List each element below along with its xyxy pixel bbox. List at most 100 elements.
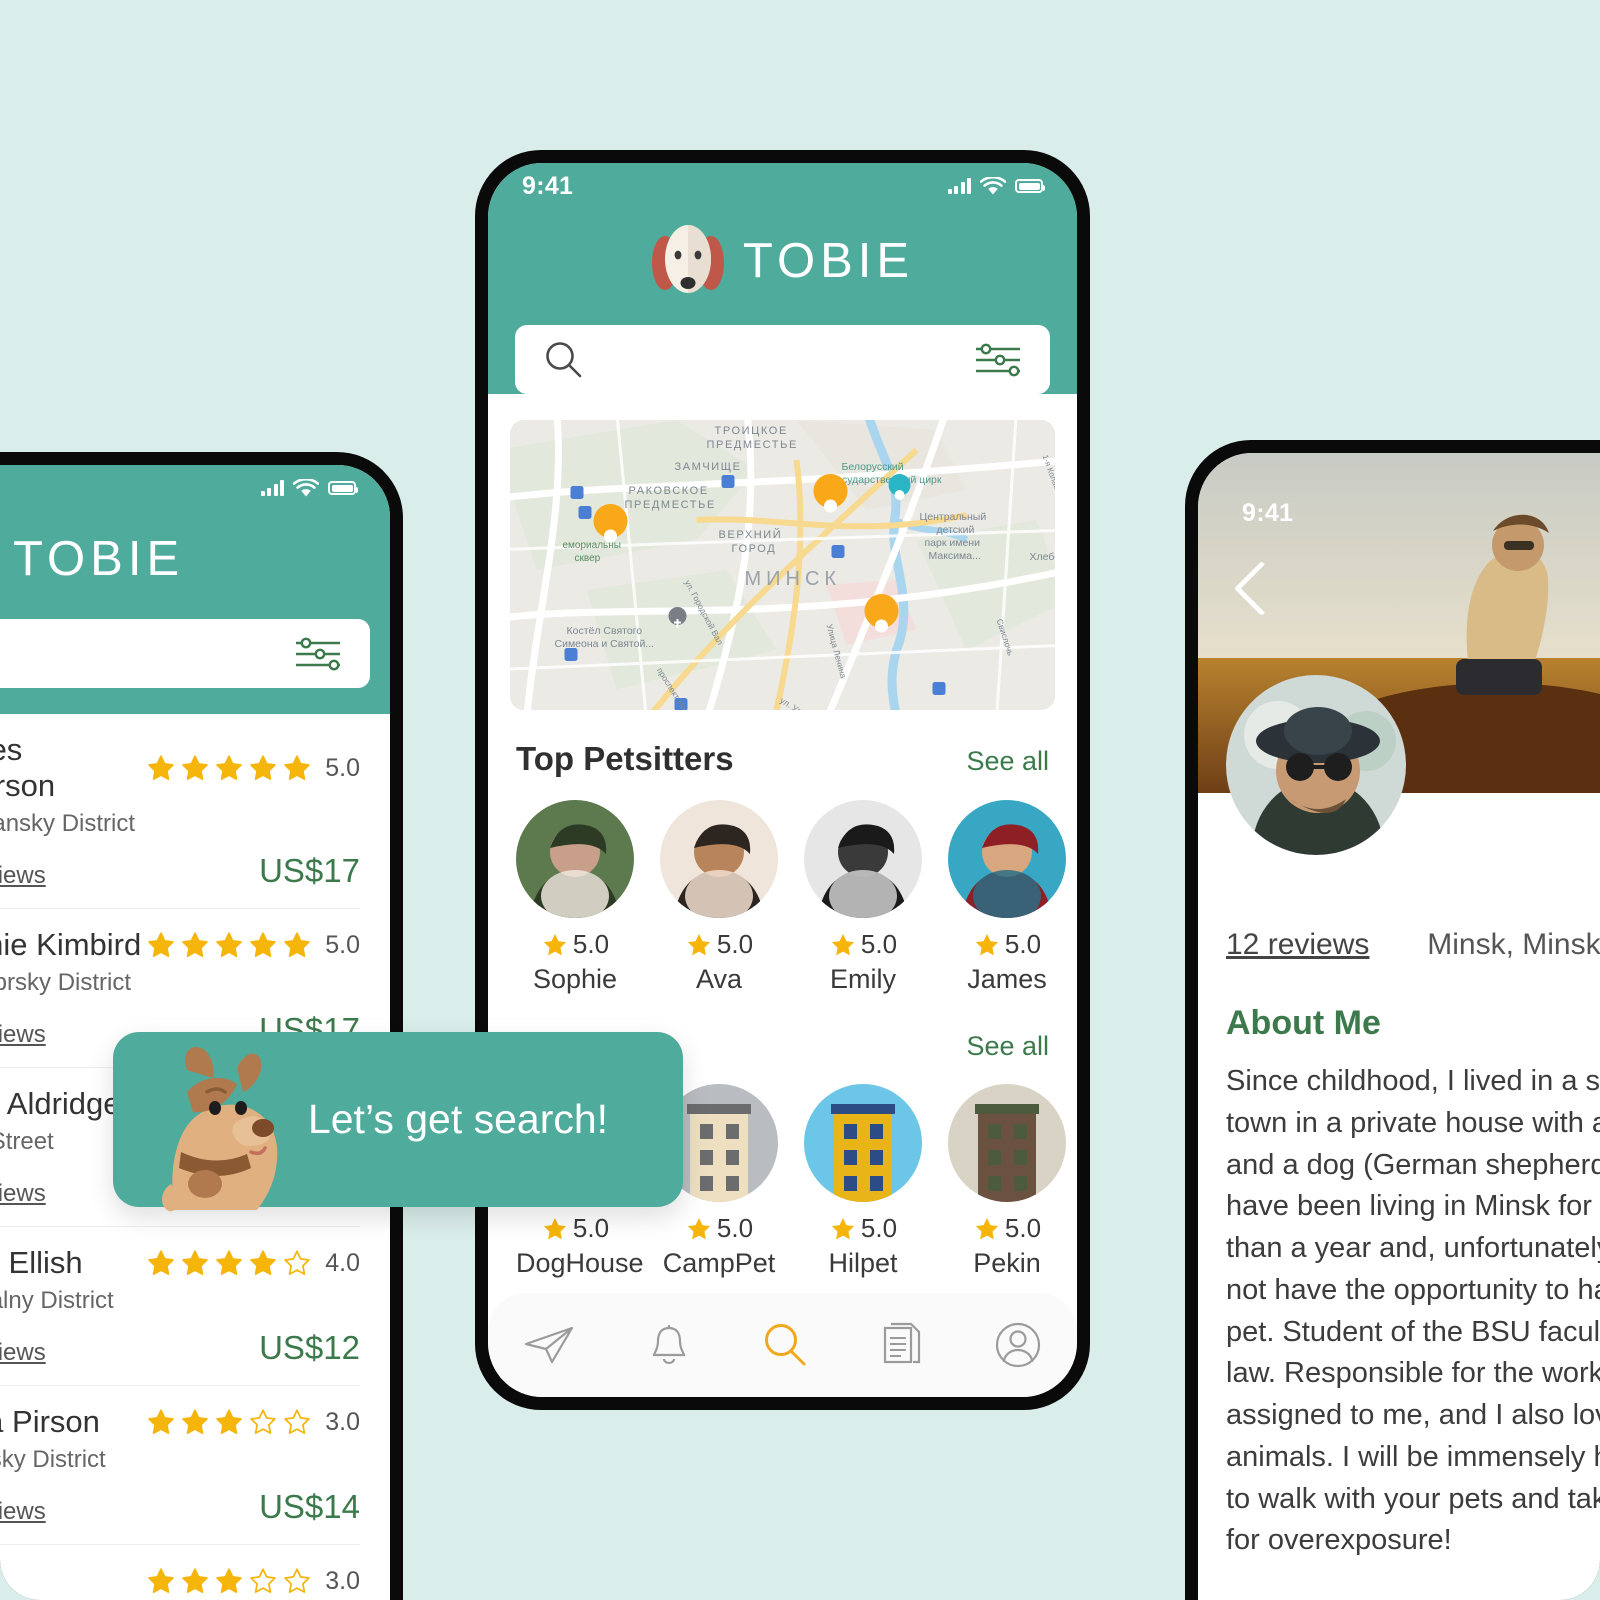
status-icons (260, 478, 358, 498)
rating-value: 5.0 (572, 929, 610, 959)
price-value: US$12 (259, 1329, 360, 1366)
sitter-name: Mark Aldridge (0, 1086, 121, 1121)
see-all-petsitters-link[interactable]: See all (966, 746, 1049, 777)
search-bar[interactable] (515, 325, 1050, 394)
card-image (804, 1084, 922, 1202)
svg-text:ПРЕДМЕСТЬЕ: ПРЕДМЕСТЬЕ (707, 439, 798, 451)
status-bar: 9:41 (488, 163, 1077, 209)
bottom-tab-bar (488, 1293, 1077, 1397)
svg-text:детский: детский (937, 524, 975, 536)
card-image (948, 800, 1066, 918)
card-name: DogHouse (516, 1248, 644, 1278)
card-rating: 5.0 (660, 1213, 778, 1244)
reviews-link[interactable]: 12 reviews (0, 1339, 46, 1367)
avatar (1226, 675, 1406, 855)
star-icon (216, 1568, 242, 1593)
reviews-link[interactable]: 12 reviews (0, 1180, 46, 1208)
list-item[interactable]: Bella Ellish 4.0 Centralny District 12 revi… (0, 1227, 390, 1386)
sitter-name: Sophie Kimbird (0, 927, 142, 962)
status-bar: 9:41 (0, 465, 390, 511)
brand-row: TOBIE (0, 517, 390, 601)
petsitter-card[interactable]: 5.0 Ava (660, 800, 778, 995)
list-item-top: Sophie Kimbird 5.0 (0, 927, 360, 963)
sliders-filter-icon[interactable] (972, 340, 1024, 380)
hotel-card[interactable]: 5.0 Pekin (948, 1084, 1066, 1279)
building-image (804, 1084, 922, 1202)
star-icon (284, 755, 310, 780)
petsitter-card[interactable]: 5.0 James (948, 800, 1066, 995)
portrait-image (516, 800, 634, 918)
star-icon (250, 1250, 276, 1275)
card-rating: 5.0 (516, 1213, 634, 1244)
search-bar[interactable] (0, 619, 370, 688)
star-icon (182, 1409, 208, 1434)
see-all-hotels-link[interactable]: See all (966, 1031, 1049, 1062)
user-circle-icon[interactable] (993, 1320, 1043, 1370)
map-canvas: ТРОИЦКОЕ ПРЕДМЕСТЬЕ ЗАМЧИЩЕ РАКОВСКОЕ ПР… (510, 420, 1055, 710)
status-time: 9:41 (1242, 499, 1294, 527)
profile-location: Minsk, Minsk Region (1427, 928, 1600, 961)
svg-text:сквер: сквер (575, 553, 601, 564)
profile-screen-viewport: 9:41 12 reviews Minsk, Minsk About Me Si… (1198, 453, 1600, 1600)
paper-plane-icon[interactable] (522, 1322, 578, 1368)
rating-value: 5.0 (1004, 929, 1042, 959)
reviews-link[interactable]: 12 reviews (0, 1498, 46, 1526)
star-icon (975, 1217, 999, 1239)
battery-full-icon (328, 481, 358, 495)
rating-value: 5.0 (860, 929, 898, 959)
rating-stars: 4.0 (146, 1248, 360, 1278)
star-icon (250, 932, 276, 957)
map-view[interactable]: ТРОИЦКОЕ ПРЕДМЕСТЬЕ ЗАМЧИЩЕ РАКОВСКОЕ ПР… (510, 420, 1055, 710)
rating-value: 5.0 (860, 1213, 898, 1243)
star-icon (182, 932, 208, 957)
svg-text:Симеона и Святой...: Симеона и Святой... (555, 638, 655, 650)
reviews-link[interactable]: 12 reviews (1226, 928, 1369, 962)
svg-text:ТРОИЦКОЕ: ТРОИЦКОЕ (715, 425, 788, 437)
card-name: CampPet (662, 1248, 776, 1278)
sitter-district: Partizansky District (0, 810, 136, 837)
sitter-district: Leninsky District (0, 1446, 106, 1473)
svg-text:РАКОВСКОЕ: РАКОВСКОЕ (629, 485, 709, 497)
dog-mascot-icon (162, 1046, 278, 1212)
petsitter-card[interactable]: 5.0 Sophie (516, 800, 634, 995)
card-image (948, 1084, 1066, 1202)
rating-stars: 5.0 (146, 753, 360, 783)
svg-text:Хлебозав: Хлебозав (1030, 551, 1056, 563)
hotel-card[interactable]: 5.0 Hilpet (804, 1084, 922, 1279)
star-icon (148, 932, 174, 957)
list-item[interactable]: Ted3.0 (0, 1545, 390, 1600)
rating-stars: 3.0 (146, 1407, 360, 1437)
rating-value: 3.0 (325, 1407, 360, 1436)
list-item-top: Bella Ellish 4.0 (0, 1245, 360, 1281)
list-item-bottom: 12 reviews US$14 (0, 1488, 360, 1526)
list-item[interactable]: Anna Pirson 3.0 Leninsky District 12 review… (0, 1386, 390, 1545)
svg-text:Центральный: Центральный (920, 511, 987, 523)
star-icon (148, 1568, 174, 1593)
price-value: US$14 (259, 1488, 360, 1525)
list-item-top: James Peterson 5.0 (0, 732, 360, 804)
list-item[interactable]: James Peterson 5.0 Partizansky District 12 … (0, 714, 390, 909)
about-me-heading: About Me (1226, 1004, 1381, 1042)
document-icon[interactable] (879, 1320, 925, 1370)
rating-value: 5.0 (716, 929, 754, 959)
petsitter-card[interactable]: 5.0 Emily (804, 800, 922, 995)
star-icon (975, 933, 999, 955)
section-header-petsitters: Top Petsitters See all (488, 740, 1077, 778)
bell-icon[interactable] (646, 1321, 692, 1369)
magnifier-icon[interactable] (759, 1319, 811, 1371)
reviews-link[interactable]: 12 reviews (0, 1021, 46, 1049)
home-screen-viewport: 9:41 TOBIE ТРОИЦКОЕ ПРЕДМЕСТЬЕ ЗАМЧИЩЕ Р… (488, 163, 1077, 1397)
card-rating: 5.0 (804, 929, 922, 960)
star-icon (284, 1250, 310, 1275)
sliders-filter-icon[interactable] (292, 634, 344, 674)
reviews-link[interactable]: 12 reviews (0, 862, 46, 890)
tooltip-banner[interactable]: Let’s get search! (113, 1032, 683, 1212)
star-icon (543, 1217, 567, 1239)
list-header: 9:41 (0, 465, 390, 714)
card-rating: 5.0 (948, 929, 1066, 960)
svg-text:ПРЕДМЕСТЬЕ: ПРЕДМЕСТЬЕ (625, 499, 716, 511)
status-time: 9:41 (522, 171, 574, 200)
star-icon (543, 933, 567, 955)
signal-bars-icon (947, 178, 971, 194)
star-icon (250, 755, 276, 780)
